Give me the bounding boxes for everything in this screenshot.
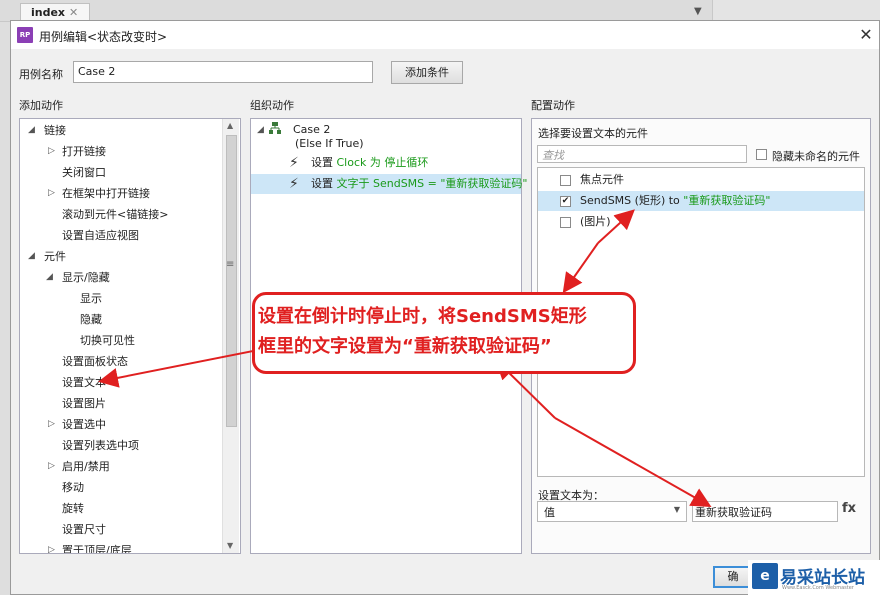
ok-button[interactable]: 确 — [713, 566, 753, 588]
callout-text: 设置在倒计时停止时，将SendSMS矩形 框里的文字设置为“重新获取验证码” — [258, 302, 633, 362]
callout-line-1: 设置在倒计时停止时，将SendSMS矩形 — [258, 306, 587, 327]
arrow-to-set-text — [98, 349, 259, 388]
arrow-to-callout — [562, 242, 599, 294]
arrow-to-value — [554, 417, 712, 507]
watermark-logo-icon: e — [752, 563, 778, 589]
watermark-sub: Www.Easck.Com Webmaster — [782, 585, 854, 591]
arrow-to-sendsms — [597, 209, 635, 244]
callout-line-2: 框里的文字设置为“重新获取验证码” — [258, 336, 552, 357]
